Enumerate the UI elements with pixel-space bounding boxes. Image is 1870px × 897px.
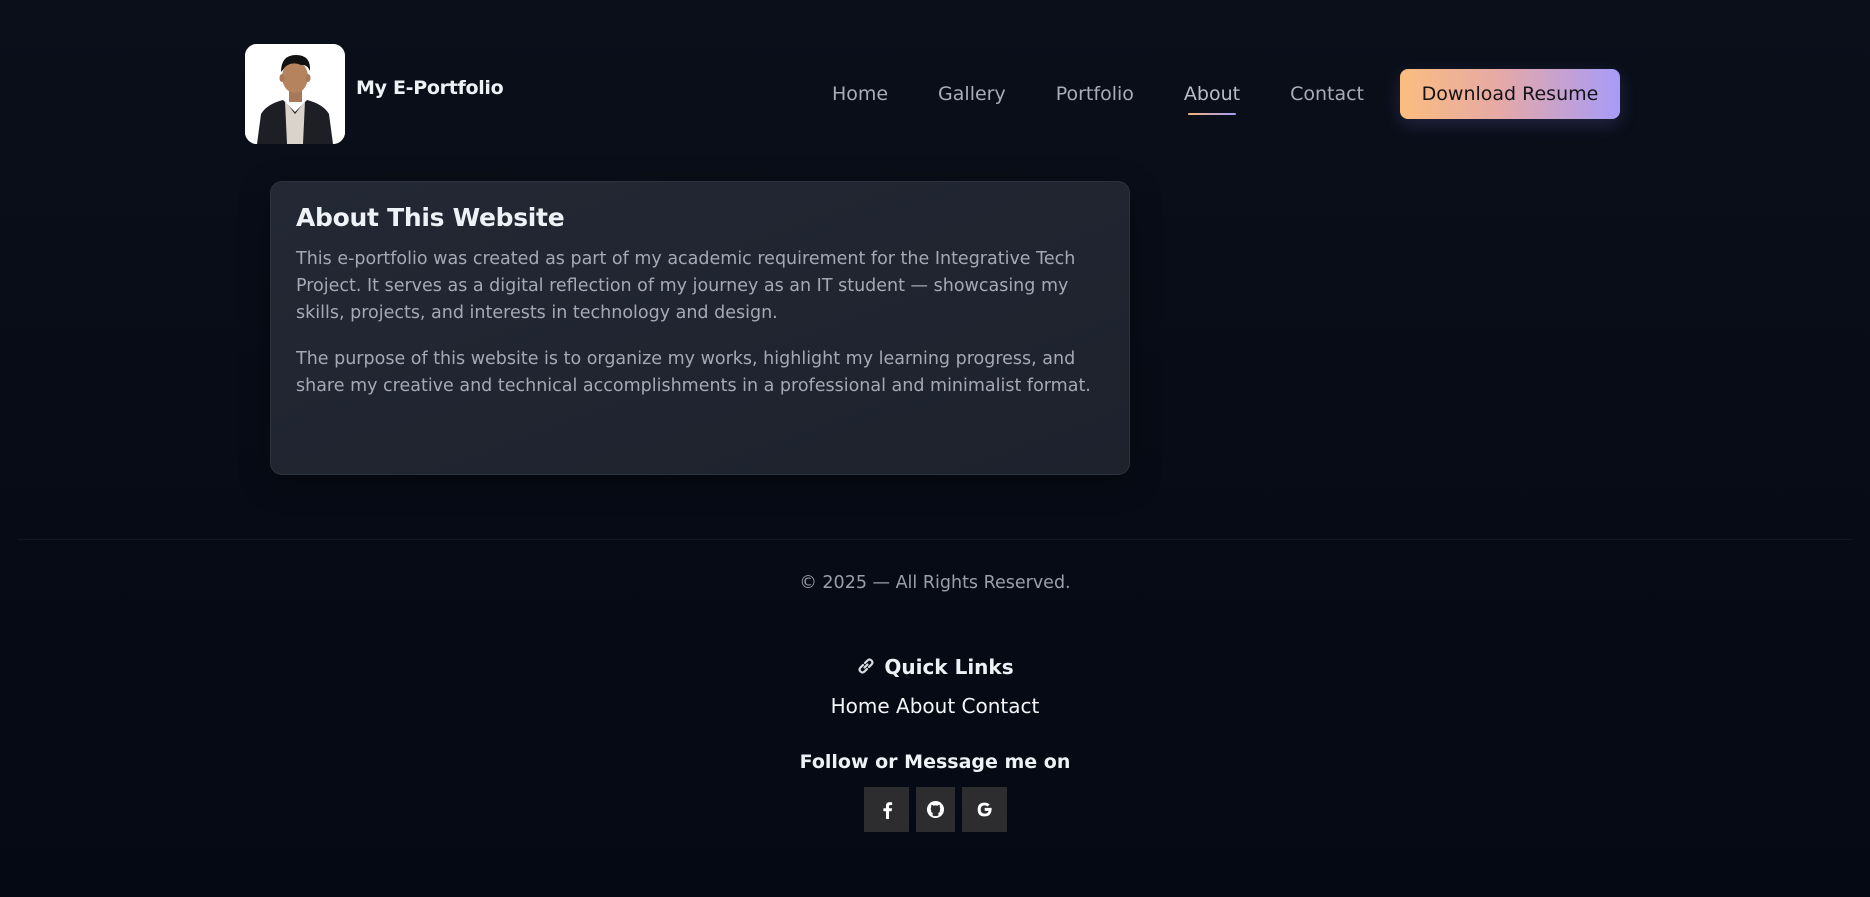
link-icon — [856, 656, 876, 681]
nav-contact[interactable]: Contact — [1290, 83, 1364, 105]
github-icon — [926, 800, 945, 819]
page: My E-Portfolio Home Gallery Portfolio Ab… — [0, 0, 1870, 897]
footer-link-home[interactable]: Home — [831, 694, 890, 718]
quick-links: Home About Contact — [0, 694, 1870, 718]
download-resume-button[interactable]: Download Resume — [1400, 69, 1620, 119]
brand[interactable]: My E-Portfolio — [245, 44, 504, 144]
facebook-icon — [882, 801, 892, 819]
follow-title: Follow or Message me on — [799, 751, 1071, 773]
footer-link-about[interactable]: About — [896, 694, 955, 718]
footer-link-contact[interactable]: Contact — [962, 694, 1040, 718]
brand-title: My E-Portfolio — [356, 77, 504, 99]
quick-links-label: Quick Links — [884, 655, 1014, 679]
about-title: About This Website — [296, 203, 565, 232]
site-header: My E-Portfolio Home Gallery Portfolio Ab… — [245, 44, 1620, 144]
nav-portfolio[interactable]: Portfolio — [1056, 83, 1134, 105]
about-paragraph-2: The purpose of this website is to organi… — [296, 349, 1091, 396]
main-nav: Home Gallery Portfolio About Contact Dow… — [832, 69, 1620, 119]
nav-about[interactable]: About — [1184, 83, 1240, 115]
about-paragraph-1: This e-portfolio was created as part of … — [296, 249, 1076, 323]
facebook-button[interactable] — [864, 787, 909, 832]
quick-links-title: Quick Links — [0, 655, 1870, 681]
github-button[interactable] — [916, 787, 955, 832]
footer-divider — [18, 539, 1852, 540]
nav-gallery[interactable]: Gallery — [938, 83, 1006, 105]
social-links — [864, 787, 1014, 832]
nav-home[interactable]: Home — [832, 83, 888, 105]
copyright-text: © 2025 — All Rights Reserved. — [799, 573, 1071, 593]
avatar — [245, 44, 345, 144]
google-icon — [977, 802, 992, 817]
about-card: About This Website This e-portfolio was … — [270, 181, 1130, 475]
profile-photo-icon — [245, 44, 345, 144]
google-button[interactable] — [962, 787, 1007, 832]
